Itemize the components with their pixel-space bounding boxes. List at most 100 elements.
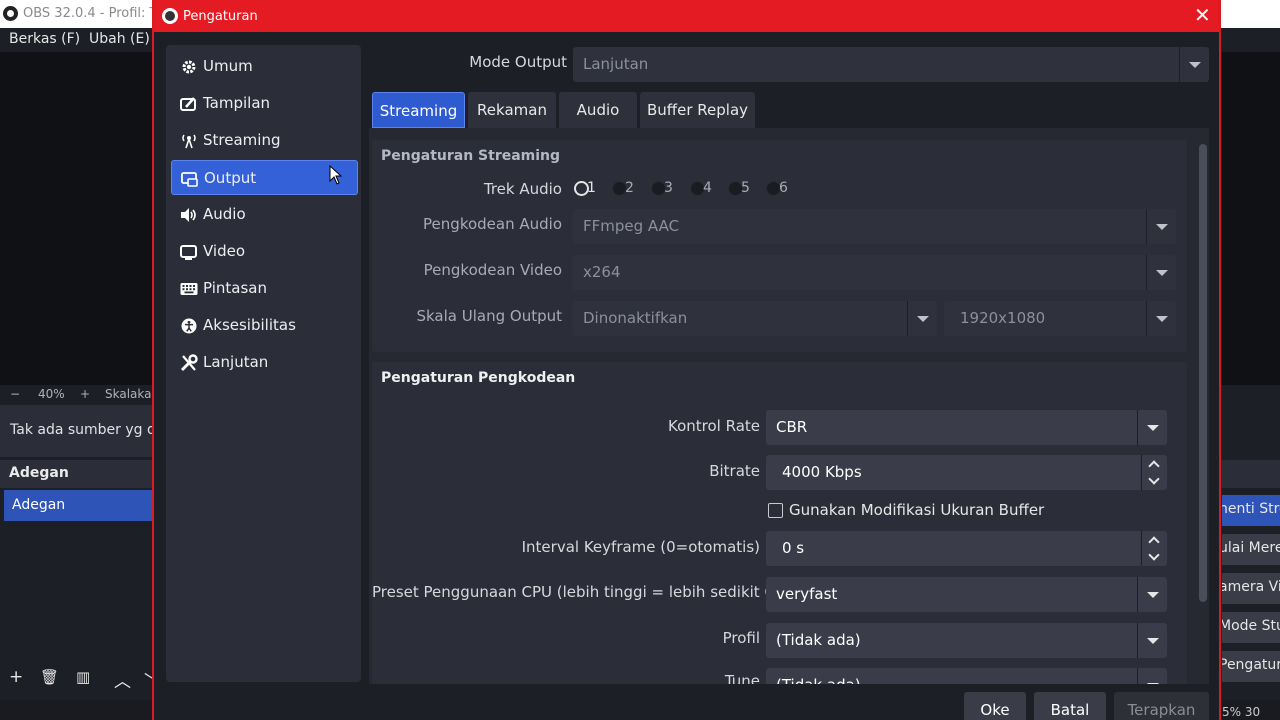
- sidebar-item-label: Tampilan: [203, 94, 271, 112]
- chevron-down-icon: [1137, 410, 1167, 445]
- encoder-settings-group: Pengaturan Pengkodean Kontrol Rate CBR B…: [372, 362, 1187, 684]
- sidebar-item-advanced[interactable]: Lanjutan: [171, 345, 358, 380]
- virtual-camera-button[interactable]: amera Vir: [1222, 573, 1280, 604]
- audio-track-6-label: 6: [779, 180, 788, 196]
- keyframe-stepper[interactable]: [1141, 531, 1167, 566]
- apply-button[interactable]: Terapkan: [1114, 692, 1209, 720]
- chevron-down-icon: [1146, 301, 1176, 336]
- menu-file[interactable]: Berkas (F): [9, 31, 80, 47]
- start-recording-button[interactable]: ulai Mere: [1222, 534, 1280, 565]
- profile-dropdown[interactable]: (Tidak ada): [766, 623, 1167, 658]
- keyframe-interval-value: 0 s: [782, 539, 805, 557]
- close-icon[interactable]: ✕: [1194, 4, 1211, 26]
- sidebar-item-label: Lanjutan: [203, 353, 269, 371]
- filters-icon[interactable]: ▥: [76, 668, 90, 686]
- sidebar-item-general[interactable]: Umum: [171, 49, 358, 84]
- zoom-in-button[interactable]: +: [80, 387, 90, 401]
- sources-empty-message: Tak ada sumber yg di: [0, 405, 160, 457]
- add-scene-icon[interactable]: +: [9, 667, 23, 687]
- sidebar-item-output[interactable]: Output: [171, 160, 358, 195]
- output-settings-scroll-area[interactable]: Pengaturan Streaming Trek Audio 1 2 3 4 …: [369, 128, 1209, 684]
- tab-recording[interactable]: Rekaman: [468, 92, 556, 128]
- chevron-down-icon[interactable]: [1148, 473, 1160, 485]
- sidebar-item-label: Audio: [203, 205, 246, 223]
- sidebar-item-label: Pintasan: [203, 279, 267, 297]
- settings-dialog: Pengaturan ✕ Umum Tampilan Streaming Out…: [152, 0, 1221, 720]
- move-up-icon[interactable]: ︿: [114, 667, 131, 692]
- controls-dock: henti Stre ulai Mere amera Vir Mode Stu …: [1220, 405, 1280, 700]
- sidebar-item-appearance[interactable]: Tampilan: [171, 86, 358, 121]
- rescale-resolution-value: 1920x1080: [960, 309, 1046, 327]
- zoom-out-button[interactable]: −: [10, 387, 20, 401]
- output-mode-dropdown[interactable]: Lanjutan: [573, 47, 1209, 82]
- stop-streaming-button[interactable]: henti Stre: [1222, 495, 1280, 526]
- chevron-down-icon: [1137, 668, 1167, 684]
- chevron-down-icon: [1146, 255, 1176, 290]
- gear-icon: [179, 57, 199, 77]
- audio-track-5-label: 5: [741, 180, 750, 196]
- menu-edit[interactable]: Ubah (E): [89, 31, 150, 47]
- tune-value: (Tidak ada): [776, 676, 861, 684]
- sidebar-item-hotkeys[interactable]: Pintasan: [171, 271, 358, 306]
- scale-label: Skalakan: [105, 387, 160, 401]
- audio-encoder-dropdown[interactable]: FFmpeg AAC: [573, 209, 1176, 244]
- scenes-header-label: Adegan: [9, 465, 69, 481]
- keyframe-interval-spinbox[interactable]: 0 s: [766, 531, 1167, 566]
- tab-audio[interactable]: Audio: [559, 92, 637, 128]
- custom-buffer-label[interactable]: Gunakan Modifikasi Ukuran Buffer: [789, 501, 1044, 519]
- scrollbar[interactable]: [1199, 144, 1207, 602]
- encoder-group-title: Pengaturan Pengkodean: [381, 370, 576, 386]
- bitrate-stepper[interactable]: [1141, 455, 1167, 490]
- controls-dock-header: [1220, 460, 1280, 488]
- bitrate-spinbox[interactable]: 4000 Kbps: [766, 455, 1167, 490]
- streaming-settings-group: Pengaturan Streaming Trek Audio 1 2 3 4 …: [372, 140, 1187, 352]
- preview-area[interactable]: [0, 52, 152, 385]
- cpu-preset-dropdown[interactable]: veryfast: [766, 577, 1167, 612]
- remove-scene-icon[interactable]: 🗑: [40, 668, 59, 686]
- scene-item[interactable]: Adegan: [4, 490, 152, 521]
- rescale-resolution-dropdown[interactable]: 1920x1080: [944, 301, 1176, 336]
- chevron-up-icon[interactable]: [1148, 460, 1160, 472]
- audio-track-label: Trek Audio: [483, 180, 562, 198]
- sidebar-item-audio[interactable]: Audio: [171, 197, 358, 232]
- sidebar-item-accessibility[interactable]: Aksesibilitas: [171, 308, 358, 343]
- audio-track-1-label: 1: [587, 180, 596, 196]
- sidebar-item-label: Video: [203, 242, 246, 260]
- rate-control-value: CBR: [776, 418, 808, 436]
- tune-dropdown[interactable]: (Tidak ada): [766, 668, 1167, 684]
- tab-streaming[interactable]: Streaming: [372, 92, 465, 128]
- chevron-down-icon[interactable]: [1148, 549, 1160, 561]
- mouse-cursor-icon: [329, 165, 343, 185]
- appearance-icon: [179, 94, 199, 114]
- sidebar-item-video[interactable]: Video: [171, 234, 358, 269]
- audio-track-4-label: 4: [703, 180, 712, 196]
- chevron-down-icon: [1179, 47, 1209, 82]
- sidebar-item-streaming[interactable]: Streaming: [171, 123, 358, 158]
- monitor-icon: [179, 242, 199, 262]
- cancel-button[interactable]: Batal: [1034, 692, 1106, 720]
- speaker-icon: [179, 205, 199, 225]
- chevron-down-icon: [907, 301, 937, 336]
- tools-icon: [179, 353, 199, 373]
- chevron-down-icon: [1146, 209, 1176, 244]
- scenes-dock-header: Adegan: [0, 460, 152, 488]
- settings-button[interactable]: Pengatura: [1222, 651, 1280, 682]
- studio-mode-button[interactable]: Mode Stu: [1222, 612, 1280, 643]
- tab-replay-buffer[interactable]: Buffer Replay: [640, 92, 755, 128]
- ok-button[interactable]: Oke: [964, 692, 1026, 720]
- status-bar-stats: 5% 30: [1222, 705, 1261, 719]
- audio-encoder-label: Pengkodean Audio: [423, 215, 562, 233]
- rate-control-label: Kontrol Rate: [668, 417, 760, 435]
- dialog-titlebar: Pengaturan ✕: [154, 0, 1219, 32]
- rate-control-dropdown[interactable]: CBR: [766, 410, 1167, 445]
- custom-buffer-checkbox[interactable]: [768, 503, 783, 518]
- keyframe-interval-label: Interval Keyframe (0=otomatis): [521, 538, 760, 556]
- audio-track-2-label: 2: [625, 180, 634, 196]
- scenes-toolbar: + 🗑 ▥ ︿ ﹀: [0, 660, 161, 700]
- chevron-down-icon: [1137, 623, 1167, 658]
- rescale-output-dropdown[interactable]: Dinonaktifkan: [573, 301, 937, 336]
- streaming-group-title: Pengaturan Streaming: [381, 148, 561, 164]
- scenes-list: Adegan: [0, 488, 152, 660]
- chevron-up-icon[interactable]: [1148, 536, 1160, 548]
- video-encoder-dropdown[interactable]: x264: [573, 255, 1176, 290]
